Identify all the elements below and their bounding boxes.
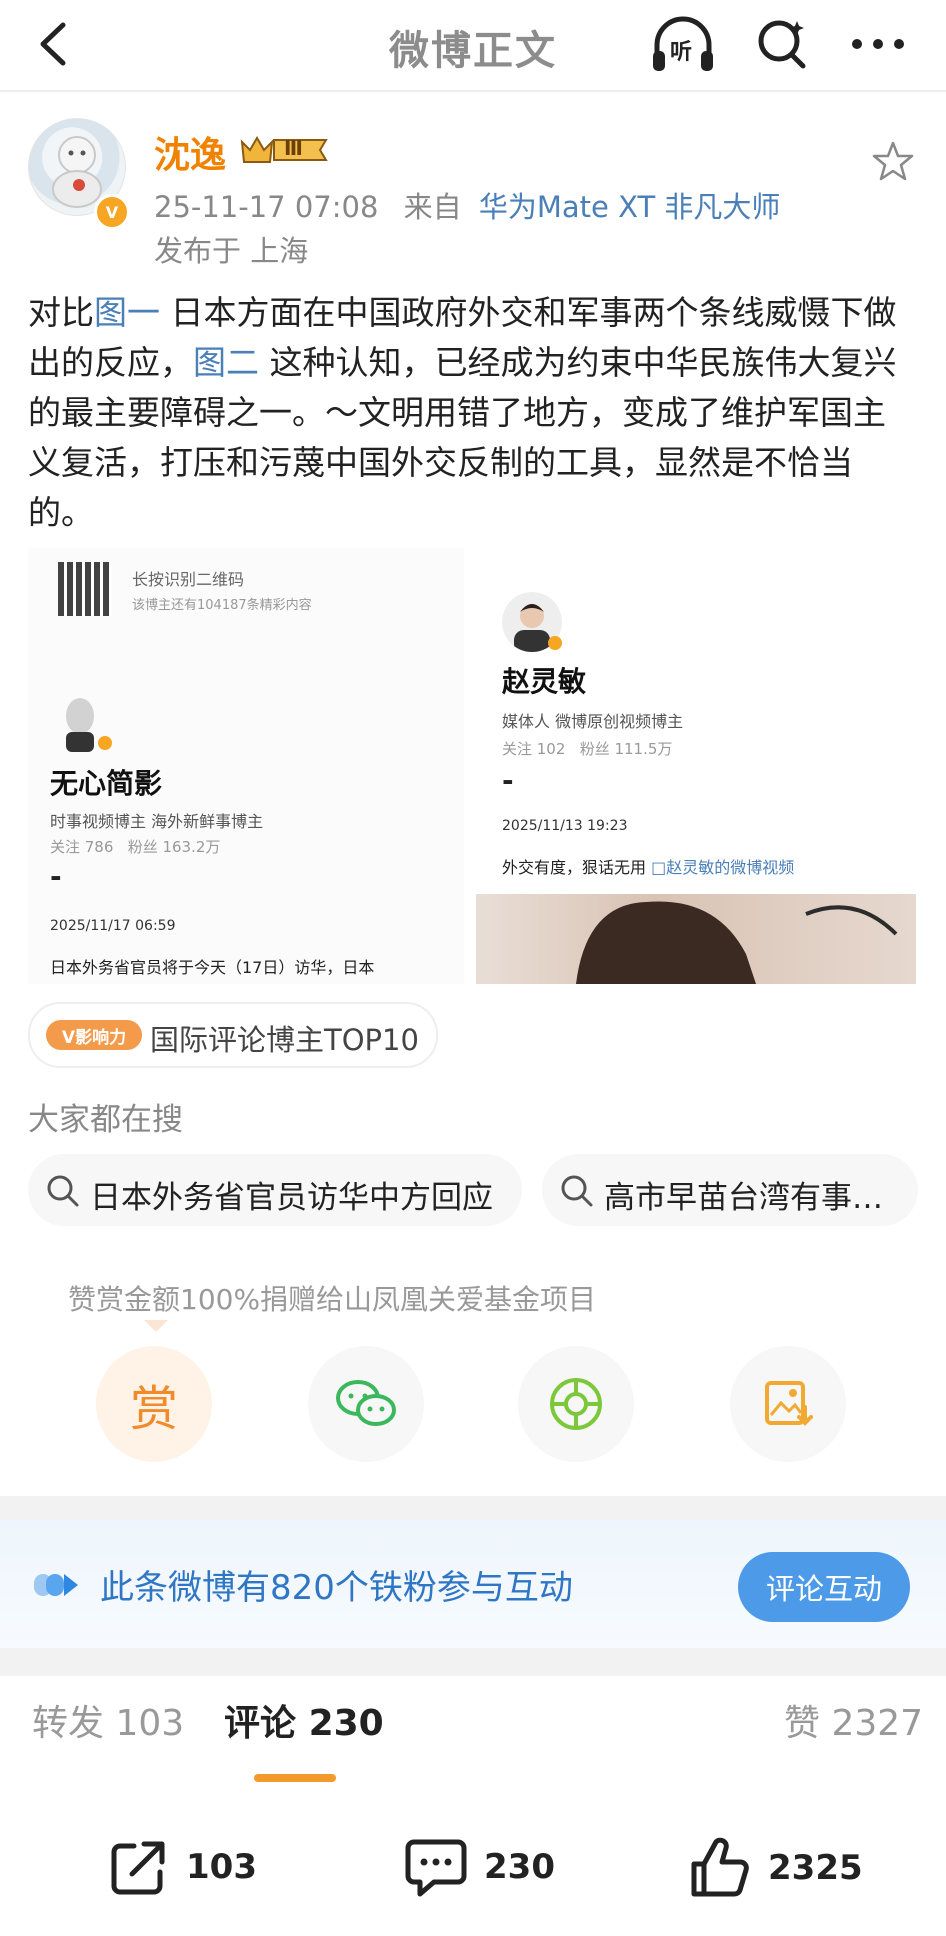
search-icon — [47, 1175, 79, 1207]
section-divider — [0, 1496, 946, 1520]
repost-count: 103 — [186, 1847, 257, 1887]
content-text-1: 对比 — [28, 293, 94, 332]
dash: - — [50, 860, 62, 893]
verified-dot — [98, 736, 112, 750]
save-image-button[interactable] — [730, 1346, 846, 1462]
influence-text: 国际评论博主TOP10 — [150, 1023, 419, 1057]
like-count: 2325 — [768, 1848, 863, 1888]
video-link: □赵灵敏的微博视频 — [651, 858, 795, 877]
tab-like[interactable]: 赞 2327 — [784, 1694, 923, 1746]
post-date: 2025/11/17 06:59 — [50, 918, 176, 934]
search-chip-label: 高市早苗台湾有事… — [604, 1180, 883, 1216]
author-name: 赵灵敏 — [502, 665, 587, 698]
qr-title: 长按识别二维码 — [132, 570, 245, 589]
top-nav: 微博正文 听 — [0, 0, 946, 92]
post-text: 日本外务省官员将于今天（17日）访华，日本 — [50, 958, 375, 977]
tab-comment-label: 评论 — [224, 1703, 297, 1744]
post-content: 对比图一 日本方面在中国政府外交和军事两个条线威慑下做出的反应，图二 这种认知，… — [28, 288, 918, 538]
bottom-action-bar: 103 230 2325 — [0, 1808, 946, 1936]
tab-repost-label: 转发 — [32, 1703, 105, 1744]
donate-text: 赞赏金额100%捐赠给山凤凰关爱基金项目 — [68, 1283, 597, 1316]
image-link-2[interactable]: 图二 — [193, 343, 259, 382]
image-link-1[interactable]: 图一 — [94, 293, 160, 332]
post-location: 发布于 上海 — [154, 234, 309, 268]
post-text-main: 外交有度，狠话无用 — [502, 858, 652, 877]
fans-text: 此条微博有820个铁粉参与互动 — [100, 1568, 573, 1608]
repost-button[interactable]: 103 — [108, 1836, 257, 1898]
interaction-tabs: 转发 103 评论 230 赞 2327 — [0, 1680, 946, 1782]
tab-comment-count: 230 — [308, 1703, 384, 1744]
reward-button[interactable]: 赏 — [96, 1346, 212, 1462]
qr-sub: 该博主还有104187条精彩内容 — [132, 598, 312, 613]
tab-like-count: 2327 — [831, 1703, 924, 1744]
listen-label: 听 — [670, 40, 693, 65]
tab-comment[interactable]: 评论 230 — [224, 1694, 384, 1746]
reward-label: 赏 — [129, 1381, 178, 1437]
thumbs-up-icon — [691, 1837, 749, 1897]
author-name: 无心简影 — [50, 767, 163, 800]
influence-badge: V影响力 — [46, 1020, 142, 1050]
username[interactable]: 沈逸 — [154, 126, 226, 178]
post-meta: 25-11-17 07:08 来自 华为Mate XT 非凡大师 — [154, 184, 780, 226]
share-icon — [111, 1841, 165, 1895]
qr-code-icon — [58, 562, 112, 616]
search-icon[interactable] — [752, 12, 814, 74]
author-desc: 时事视频博主 海外新鲜事博主 — [50, 812, 264, 831]
tab-repost[interactable]: 转发 103 — [32, 1694, 184, 1746]
post-date: 2025/11/13 19:23 — [502, 818, 628, 834]
moments-share-button[interactable] — [518, 1346, 634, 1462]
search-chip-label: 日本外务省官员访华中方回应 — [90, 1180, 493, 1216]
tip-arrow — [144, 1320, 168, 1332]
video-thumbnail — [476, 894, 916, 984]
meta-from: 来自 — [403, 190, 462, 224]
post-time: 25-11-17 07:08 — [154, 190, 379, 224]
post-text: 外交有度，狠话无用 □赵灵敏的微博视频 — [502, 854, 794, 878]
post-image-2[interactable]: 赵灵敏 媒体人 微博原创视频博主 关注 102 粉丝 111.5万 - 2025… — [476, 548, 916, 984]
author-stats: 关注 786 粉丝 163.2万 — [50, 838, 221, 856]
crown-level-icon: Ⅲ — [240, 132, 330, 168]
level-label: Ⅲ — [284, 136, 303, 160]
verified-badge: V — [94, 194, 130, 230]
search-chip-1[interactable]: 日本外务省官员访华中方回应 — [28, 1154, 522, 1226]
tab-repost-count: 103 — [115, 1703, 185, 1744]
search-icon — [561, 1175, 593, 1207]
comment-button[interactable]: 230 — [404, 1836, 555, 1898]
wechat-icon — [336, 1380, 396, 1426]
favorite-star-icon[interactable] — [872, 140, 914, 186]
verified-dot — [548, 636, 562, 650]
listen-icon[interactable]: 听 — [648, 12, 718, 78]
author-desc: 媒体人 微博原创视频博主 — [502, 712, 684, 731]
section-divider — [0, 1648, 946, 1676]
wechat-share-button[interactable] — [308, 1346, 424, 1462]
influence-tag[interactable]: V影响力 国际评论博主TOP10 — [28, 1002, 438, 1068]
moments-icon — [550, 1378, 602, 1430]
fans-interaction-bar: 此条微博有820个铁粉参与互动 评论互动 — [0, 1520, 946, 1648]
save-image-icon — [765, 1381, 813, 1426]
more-icon[interactable] — [846, 16, 910, 72]
post-image-1[interactable]: 长按识别二维码 该博主还有104187条精彩内容 无心简影 时事视频博主 海外新… — [28, 548, 464, 984]
author-avatar — [60, 698, 100, 752]
search-chip-2[interactable]: 高市早苗台湾有事… — [542, 1154, 918, 1226]
comment-interact-button[interactable]: 评论互动 — [738, 1552, 910, 1622]
active-tab-indicator — [254, 1774, 336, 1782]
author-stats: 关注 102 粉丝 111.5万 — [502, 740, 673, 758]
comment-icon — [405, 1839, 467, 1897]
like-button[interactable]: 2325 — [688, 1836, 863, 1900]
dash: - — [502, 764, 514, 797]
trending-title: 大家都在搜 — [28, 1102, 183, 1138]
tab-like-label: 赞 — [784, 1703, 821, 1744]
post-device[interactable]: 华为Mate XT 非凡大师 — [479, 190, 781, 224]
comment-count: 230 — [484, 1847, 555, 1887]
fans-icon — [34, 1574, 78, 1596]
